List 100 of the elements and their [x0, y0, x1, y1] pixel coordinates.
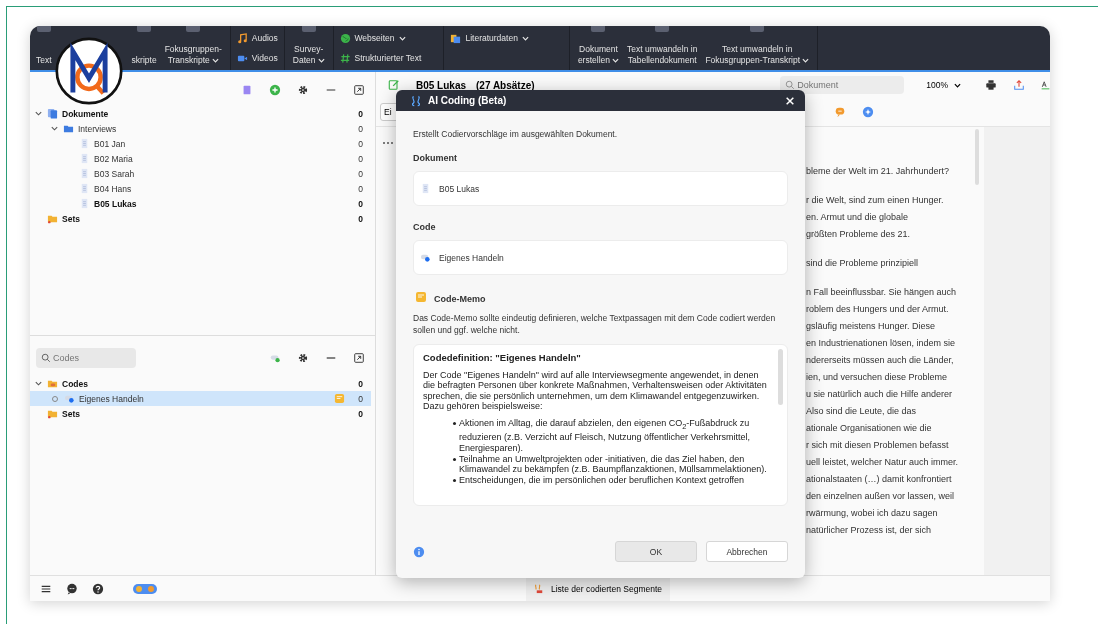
ribbon-button[interactable]: Dokument erstellen [575, 26, 621, 70]
tree-item[interactable]: B05 Lukas 0 [30, 196, 371, 211]
field-label: Dokument [413, 153, 458, 163]
tree-item[interactable]: B03 Sarah 0 [30, 166, 371, 181]
ribbon-button[interactable]: Webseiten [339, 29, 406, 47]
chevron-down-icon[interactable] [34, 109, 43, 118]
scrollbar-thumb[interactable] [778, 349, 783, 405]
close-icon[interactable] [785, 95, 795, 106]
caret-icon [211, 58, 219, 63]
documents-icon [47, 108, 58, 119]
document-text-line: ationalstaaten (…) damit konfrontiert [806, 473, 953, 486]
tree-label: Dokumente [62, 108, 110, 119]
dialog-button[interactable]: Abbrechen [706, 541, 788, 562]
ribbon-button[interactable]: Strukturierter Text [339, 49, 422, 67]
ribbon-button[interactable]: Text umwandeln in Tabellendokument [625, 26, 700, 70]
codes-folder-icon [47, 378, 58, 389]
sets-icon [47, 213, 58, 224]
ribbon-button[interactable]: Videos [236, 49, 278, 67]
search-icon [41, 353, 51, 363]
tree-item[interactable]: Codes 0 [30, 376, 371, 391]
document-text-line: en Industrienationen lösen, indem sie [806, 337, 957, 350]
ribbon-button[interactable]: Text [34, 26, 54, 70]
document-icon [79, 138, 90, 149]
document-field[interactable]: B05 Lukas [413, 171, 788, 206]
tree-label: Interviews [78, 123, 118, 134]
document-text-line: u sie natürlich auch die Hilfe anderer [806, 388, 954, 401]
ribbon-button[interactable]: Text umwandeln in Fokusgruppen-Transkript [703, 26, 812, 70]
edit-icon[interactable] [388, 79, 400, 91]
count-text: 0 [357, 153, 363, 164]
search-field[interactable]: Dokument [780, 76, 905, 94]
ai-coding-icon [410, 94, 422, 107]
memo-bullet: Entscheidungen, die im persönlichen oder beruflichen Kontext getroffen [453, 474, 767, 486]
add-icon[interactable] [269, 84, 281, 96]
memo-editor[interactable] [413, 344, 788, 506]
dialog-button[interactable]: OK [615, 541, 697, 562]
tree-item[interactable]: Interviews 0 [30, 121, 371, 136]
field-label: Code-Memo [434, 294, 486, 304]
tree-label: Sets [62, 408, 81, 419]
settings-icon[interactable] [297, 352, 309, 364]
caret-icon [802, 58, 810, 63]
ai-assist-icon[interactable] [862, 106, 874, 118]
info-icon[interactable] [413, 545, 425, 558]
caret-icon [954, 82, 961, 88]
caret-icon [317, 58, 325, 63]
document-text-line: uell leistet, welcher Natur auch immer. [806, 456, 960, 469]
tree-label: B01 Jan [94, 138, 127, 149]
tree-label: B04 Hans [94, 183, 133, 194]
coded-segments-button[interactable]: Liste der codierten Segmente [526, 576, 671, 601]
code-icon [64, 393, 75, 404]
popout-icon[interactable] [353, 352, 365, 364]
zoom-dropdown[interactable]: 100% [926, 80, 961, 90]
search-icon [785, 80, 796, 90]
print-icon[interactable] [985, 79, 997, 91]
sets-icon [47, 408, 58, 419]
document-text-line: größten Probleme des 21. [806, 228, 912, 241]
popout-icon[interactable] [353, 84, 365, 96]
document-text-line: sind die Probleme prinzipiell [806, 257, 920, 270]
count-text: 0 [357, 408, 363, 419]
highlight-icon[interactable] [1041, 79, 1050, 91]
search-field[interactable]: Codes [36, 348, 136, 368]
document-text-line: ien, und versuchen diese Probleme [806, 371, 949, 384]
dialog-title: AI Coding (Beta) [428, 95, 507, 106]
code-field[interactable]: Eigenes Handeln [413, 240, 788, 275]
chat-icon[interactable] [66, 582, 78, 595]
code-add-icon[interactable] [269, 352, 281, 364]
ribbon-button[interactable]: skripte [129, 26, 159, 70]
tree-label: B03 Sarah [94, 168, 136, 179]
tree-item[interactable]: Sets 0 [30, 211, 371, 226]
ribbon-button[interactable]: Fokusgruppen- Transkripte [162, 26, 224, 70]
field-value: Eigenes Handeln [439, 252, 504, 263]
document-text-line: bleme der Welt im 21. Jahrhundert? [806, 165, 950, 178]
ribbon-button[interactable]: Audios [236, 29, 278, 47]
document-icon [79, 168, 90, 179]
tree-item[interactable]: Sets 0 [30, 406, 371, 421]
tree-item[interactable]: Dokumente 0 [30, 106, 371, 121]
count-text: 0 [357, 108, 363, 119]
tree-item[interactable]: B04 Hans 0 [30, 181, 371, 196]
document-text-line: roblem des Hungers und der Armut. [806, 303, 950, 316]
code-icon [420, 252, 431, 263]
document-text-line: en. Armut und die globale [806, 211, 910, 224]
document-text-line: r sich mit diesen Problemen befasst [806, 439, 950, 452]
tree-item[interactable]: B01 Jan 0 [30, 136, 371, 151]
tree-item[interactable]: B02 Maria 0 [30, 151, 371, 166]
toggle-icon[interactable] [132, 581, 158, 596]
document-add-icon[interactable] [241, 84, 253, 96]
count-text: 0 [357, 138, 363, 149]
chevron-down-icon[interactable] [50, 124, 59, 133]
document-text-line: natürlicher Prozess ist, der sich [806, 524, 933, 537]
more-icon[interactable] [382, 141, 394, 145]
help-icon[interactable] [92, 582, 104, 595]
tree-item[interactable]: Eigenes Handeln 0 [30, 391, 371, 406]
count-text: 0 [357, 378, 363, 389]
chevron-down-icon[interactable] [34, 379, 43, 388]
field-value: B05 Lukas [439, 183, 480, 194]
ribbon-button[interactable]: Literaturdaten [450, 29, 529, 47]
settings-icon[interactable] [297, 84, 309, 96]
export-icon[interactable] [1013, 79, 1025, 91]
field-label: Code [413, 222, 437, 232]
document-text-line: den einzelnen außen vor lassen, weil [806, 490, 956, 503]
ribbon-button[interactable]: Survey- Daten [290, 26, 327, 70]
